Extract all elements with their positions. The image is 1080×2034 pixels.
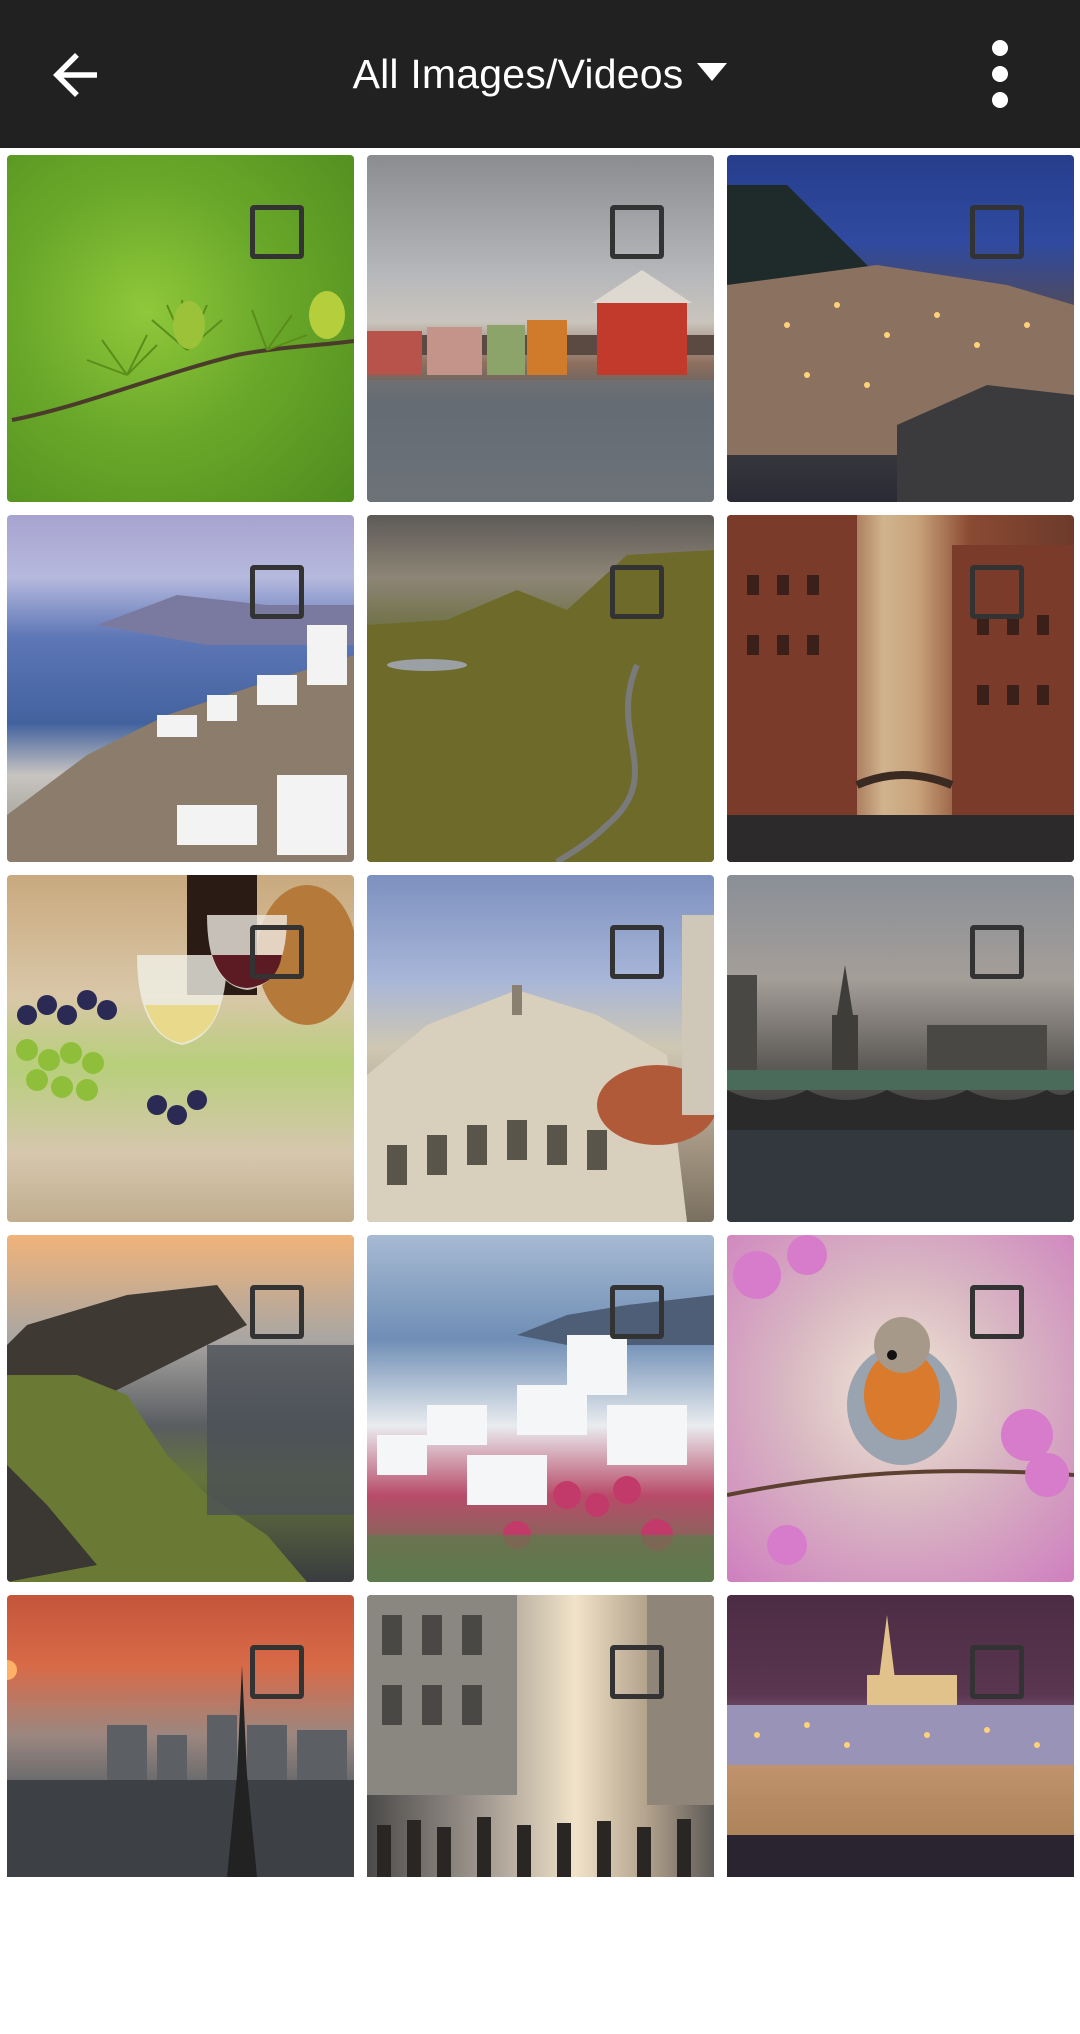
page-title[interactable]: All Images/Videos: [353, 51, 684, 98]
select-checkbox[interactable]: [970, 1285, 1024, 1339]
prague-castle-night-image: [727, 1595, 1074, 1877]
select-checkbox[interactable]: [250, 565, 304, 619]
select-checkbox[interactable]: [250, 205, 304, 259]
media-thumbnail[interactable]: [727, 1595, 1074, 1877]
app-bar: All Images/Videos: [0, 0, 1080, 148]
media-thumbnail[interactable]: [367, 875, 714, 1222]
select-checkbox[interactable]: [610, 925, 664, 979]
select-checkbox[interactable]: [970, 565, 1024, 619]
caret-down-icon: [697, 63, 728, 81]
media-thumbnail[interactable]: [7, 875, 354, 1222]
paris-eiffel-tower-image: [7, 1595, 354, 1877]
select-checkbox[interactable]: [610, 205, 664, 259]
select-checkbox[interactable]: [970, 1645, 1024, 1699]
select-checkbox[interactable]: [250, 1285, 304, 1339]
city-street-crowd-image: [367, 1595, 714, 1877]
media-thumbnail[interactable]: [727, 875, 1074, 1222]
select-checkbox[interactable]: [610, 1645, 664, 1699]
media-thumbnail[interactable]: [7, 155, 354, 502]
media-thumbnail[interactable]: [367, 155, 714, 502]
media-thumbnail[interactable]: [727, 515, 1074, 862]
media-thumbnail[interactable]: [7, 515, 354, 862]
select-checkbox[interactable]: [970, 925, 1024, 979]
select-checkbox[interactable]: [250, 925, 304, 979]
media-thumbnail[interactable]: [727, 155, 1074, 502]
album-selector[interactable]: All Images/Videos: [0, 0, 1080, 148]
more-vertical-icon: [992, 40, 1008, 108]
media-thumbnail[interactable]: [7, 1235, 354, 1582]
select-checkbox[interactable]: [250, 1645, 304, 1699]
media-thumbnail[interactable]: [367, 1235, 714, 1582]
more-options-button[interactable]: [960, 34, 1040, 114]
media-thumbnail[interactable]: [727, 1235, 1074, 1582]
select-checkbox[interactable]: [970, 205, 1024, 259]
select-checkbox[interactable]: [610, 1285, 664, 1339]
select-checkbox[interactable]: [610, 565, 664, 619]
media-thumbnail[interactable]: [7, 1595, 354, 1877]
media-thumbnail[interactable]: [367, 515, 714, 862]
media-grid: [7, 155, 1074, 1877]
media-thumbnail[interactable]: [367, 1595, 714, 1877]
